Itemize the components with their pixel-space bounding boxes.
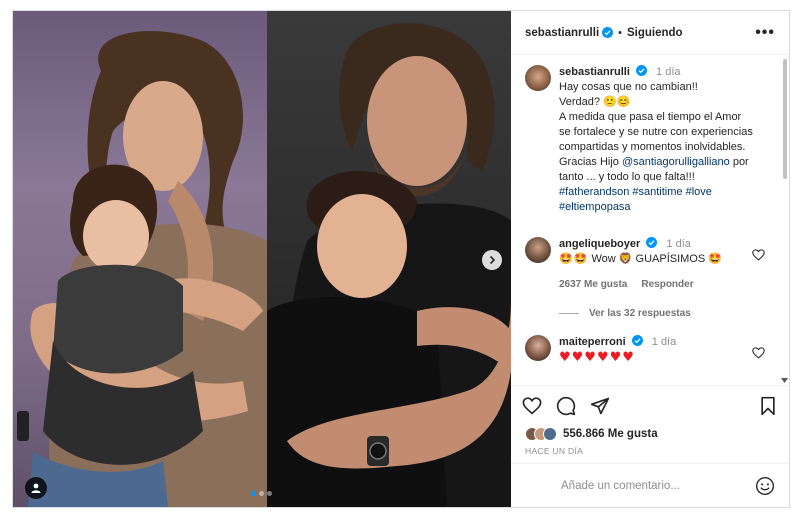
comment-time[interactable]: 1 día (652, 336, 676, 348)
verified-icon (646, 237, 658, 248)
reply-button[interactable]: Responder (641, 277, 693, 292)
heart-icon[interactable] (752, 347, 765, 359)
post-caption: sebastianrulli 1 día Hay cosas que no ca… (525, 65, 775, 215)
carousel-dot (259, 491, 264, 496)
hashtag-links[interactable]: #fatherandson #santitime #love (559, 185, 775, 200)
mention-link[interactable]: @santiagorulligalliano (622, 156, 730, 168)
likes-count[interactable]: 556.866 Me gusta (563, 428, 658, 440)
commenter-username[interactable]: maiteperroni (559, 336, 626, 348)
carousel-dot-active (251, 491, 256, 496)
emoji-icon[interactable] (755, 476, 775, 496)
next-photo-button[interactable] (482, 250, 502, 270)
commenter-avatar[interactable] (525, 237, 551, 263)
carousel-indicator (251, 491, 272, 496)
heart-icon[interactable] (752, 249, 765, 261)
comment-body: Wow 🦁 GUAPÍSIMOS (588, 253, 709, 265)
comments-scrollbar[interactable] (783, 59, 787, 179)
carousel-dot (267, 491, 272, 496)
like-button[interactable] (521, 395, 543, 417)
post-media-carousel[interactable] (13, 11, 511, 507)
comment-item: maiteperroni 1 día ♥♥♥♥♥♥ (525, 335, 775, 365)
comment-text: ♥♥♥♥♥♥ (559, 350, 635, 365)
caption-text: Gracias Hijo (559, 156, 622, 168)
author-username[interactable]: sebastianrulli (525, 27, 599, 39)
view-replies-label: Ver las 32 respuestas (589, 308, 691, 319)
verified-icon (631, 335, 643, 346)
comment-emojis: 🤩 (708, 253, 722, 265)
more-options-icon[interactable]: ••• (755, 24, 775, 42)
caption-line: Verdad? 🙂😊 (559, 95, 775, 110)
verified-icon (635, 65, 647, 76)
tagged-users-button[interactable] (25, 477, 47, 499)
caption-username[interactable]: sebastianrulli (559, 66, 630, 78)
commenter-avatar[interactable] (525, 335, 551, 361)
author-avatar[interactable] (525, 65, 551, 91)
caption-time[interactable]: 1 día (656, 66, 680, 78)
add-comment-input[interactable] (561, 479, 755, 492)
post-actions-bar (511, 385, 789, 425)
caption-line: se fortalece y se nutre con experiencias (559, 126, 753, 138)
comment-icon (556, 396, 576, 415)
save-button[interactable] (757, 395, 779, 417)
comments-section[interactable]: sebastianrulli 1 día Hay cosas que no ca… (511, 55, 789, 385)
photo-father-with-teen-son (267, 11, 511, 507)
view-replies-button[interactable]: Ver las 32 respuestas (559, 308, 775, 319)
comment-item: angeliqueboyer 1 día 🤩🤩 Wow 🦁 GUAPÍSIMOS… (525, 237, 775, 292)
caption-line: compartidas y momentos inolvidables. (559, 141, 746, 153)
post-side-panel: sebastianrulli • Siguiendo ••• sebastian… (511, 11, 789, 507)
comment-button[interactable] (555, 395, 577, 417)
share-icon (590, 397, 610, 414)
verified-icon (602, 27, 614, 38)
save-icon (761, 396, 775, 415)
caption-line: tanto ... y todo lo que falta!!! (559, 171, 695, 183)
post-timestamp[interactable]: HACE UN DÍA (511, 443, 789, 463)
scroll-down-arrow-icon[interactable] (781, 378, 788, 383)
caption-line: Hay cosas que no cambian!! (559, 81, 698, 93)
share-button[interactable] (589, 395, 611, 417)
comment-like-count[interactable]: 2637 Me gusta (559, 277, 627, 292)
heart-icon (522, 396, 542, 414)
following-button[interactable]: Siguiendo (627, 27, 683, 39)
user-tag-icon (31, 483, 41, 493)
liker-avatars (525, 427, 557, 441)
caption-text: por (729, 156, 749, 168)
caption-text: Verdad? (559, 96, 604, 108)
caption-line: Gracias Hijo @santiagorulligalliano por (559, 155, 775, 170)
post-header: sebastianrulli • Siguiendo ••• (511, 11, 789, 55)
commenter-username[interactable]: angeliqueboyer (559, 238, 640, 250)
caption-emojis: 🙂😊 (603, 96, 631, 108)
hashtag-links[interactable]: #eltiempopasa (559, 200, 775, 215)
replies-divider (559, 313, 579, 314)
caption-line: A medida que pasa el tiempo el Amor (559, 111, 742, 123)
likes-summary[interactable]: 556.866 Me gusta (511, 425, 789, 443)
comment-text: 🤩🤩 Wow 🦁 GUAPÍSIMOS 🤩 (559, 252, 775, 267)
add-comment-bar (511, 463, 789, 507)
instagram-post: sebastianrulli • Siguiendo ••• sebastian… (12, 10, 790, 508)
header-separator: • (618, 26, 622, 39)
comment-emojis: 🤩🤩 (559, 253, 589, 265)
comment-time[interactable]: 1 día (666, 238, 690, 250)
photo-father-with-toddler (13, 11, 267, 507)
chevron-right-icon (489, 255, 496, 265)
liker-avatar (543, 427, 557, 441)
